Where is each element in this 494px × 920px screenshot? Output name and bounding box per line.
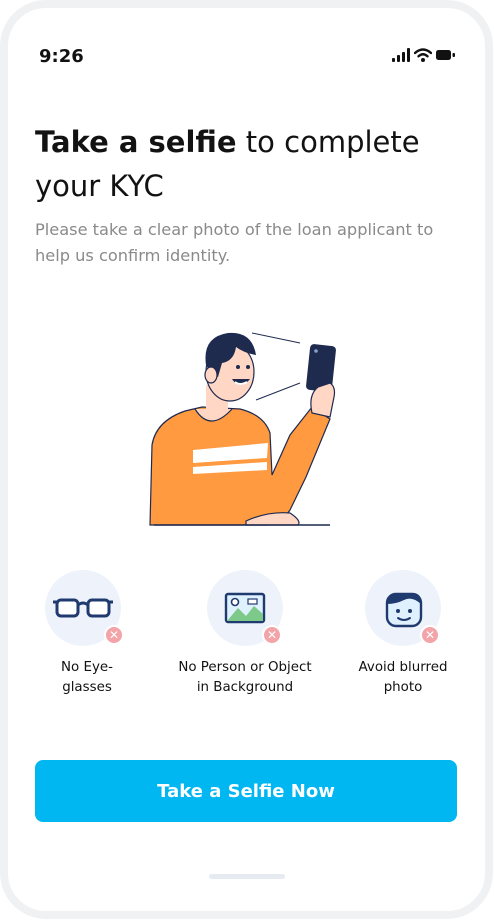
page-subtitle: Please take a clear photo of the loan ap… bbox=[35, 220, 434, 265]
cross-icon: ✕ bbox=[262, 625, 282, 645]
cross-icon: ✕ bbox=[420, 625, 440, 645]
tip-label: No Eye- glasses bbox=[0, 658, 177, 698]
tip-label: No Person or Object in Background bbox=[155, 658, 335, 698]
take-selfie-button[interactable]: Take a Selfie Now bbox=[35, 760, 457, 822]
eyeglasses-icon bbox=[53, 598, 113, 618]
ear-shape bbox=[204, 366, 218, 384]
selfie-ray-line bbox=[251, 332, 301, 344]
status-bar: 9:26 bbox=[0, 0, 494, 100]
page-title: Take a selfie to complete your KYC bbox=[35, 120, 455, 208]
status-icons bbox=[392, 45, 456, 65]
tip-label-line: glasses bbox=[62, 680, 112, 695]
eye bbox=[236, 365, 240, 369]
eye bbox=[246, 365, 250, 369]
status-time: 9:26 bbox=[39, 46, 84, 67]
tip-label: Avoid blurred photo bbox=[313, 658, 493, 698]
tip-label-line: No Eye- bbox=[61, 660, 113, 675]
tip-label-line: Avoid blurred bbox=[358, 660, 448, 675]
tip-label-line: in Background bbox=[196, 680, 294, 695]
tip-label-line: No Person or Object bbox=[178, 660, 312, 675]
cross-icon: ✕ bbox=[104, 625, 124, 645]
cellular-signal-icon bbox=[392, 48, 410, 62]
home-indicator[interactable] bbox=[209, 874, 285, 879]
page-title-bold: Take a selfie bbox=[35, 125, 237, 159]
phone-camera bbox=[314, 349, 318, 353]
person-taking-selfie-illustration bbox=[149, 332, 336, 526]
face-icon bbox=[385, 592, 423, 628]
selfie-ray-line bbox=[255, 382, 301, 401]
wifi-icon bbox=[414, 48, 432, 62]
battery-icon bbox=[436, 50, 455, 60]
background-image-icon bbox=[224, 592, 266, 624]
tip-label-line: photo bbox=[383, 680, 423, 695]
